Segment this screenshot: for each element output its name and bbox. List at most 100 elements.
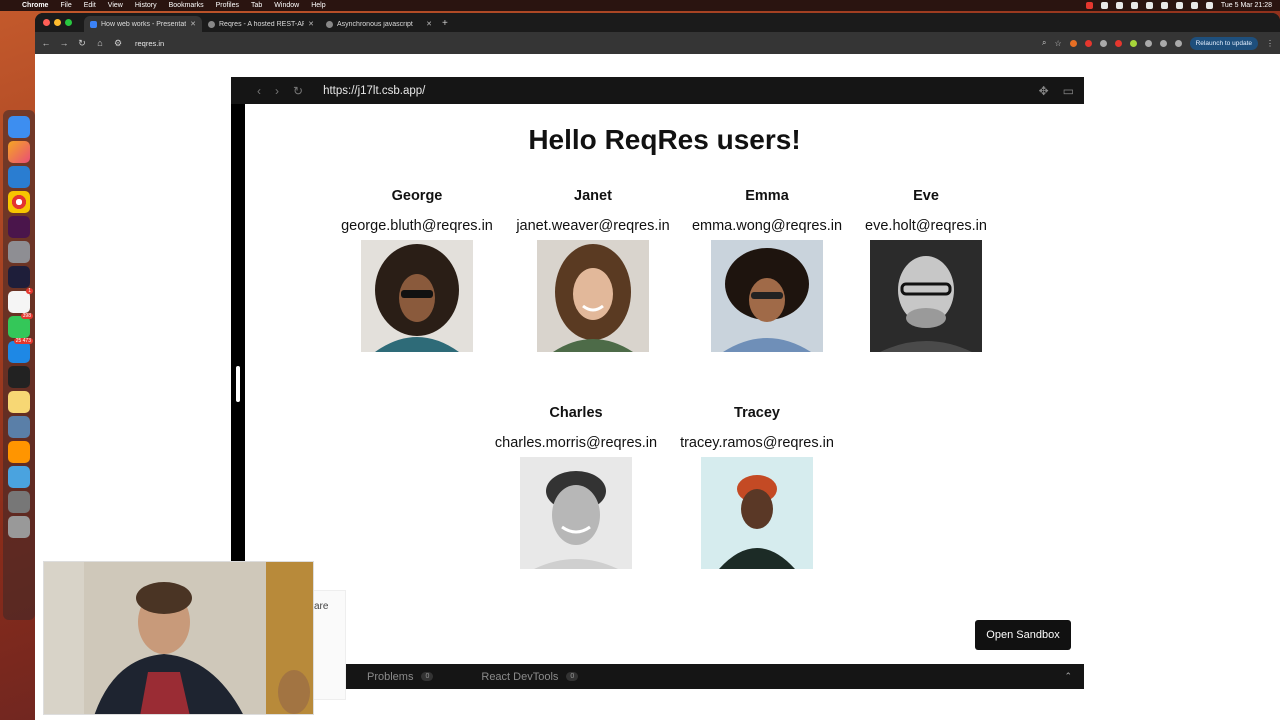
- terminal-icon[interactable]: [8, 366, 30, 388]
- dock: 1 398 25 473: [3, 110, 35, 620]
- menu-help[interactable]: Help: [311, 2, 325, 9]
- user-card: Tracey tracey.ramos@reqres.in: [667, 405, 847, 569]
- back-icon[interactable]: ←: [41, 38, 51, 48]
- extension-icon[interactable]: [1129, 39, 1137, 47]
- sublime-icon[interactable]: [8, 441, 30, 463]
- close-window-icon[interactable]: [43, 19, 50, 26]
- extension-icon[interactable]: [1084, 39, 1092, 47]
- chrome-icon[interactable]: [8, 191, 30, 213]
- calendar-badge: 1: [26, 288, 33, 294]
- extension-icon[interactable]: [1114, 39, 1122, 47]
- sandbox-new-window-icon[interactable]: ▭: [1063, 84, 1074, 98]
- status-item-icon[interactable]: [1100, 2, 1108, 9]
- avatar-portrait: [537, 240, 649, 352]
- devtools-count-badge: 0: [566, 672, 579, 681]
- close-tab-icon[interactable]: ✕: [426, 20, 432, 28]
- calendar-icon[interactable]: 1: [8, 288, 33, 313]
- bluetooth-icon[interactable]: [1160, 2, 1168, 9]
- problems-count-badge: 0: [421, 672, 434, 681]
- extensions-puzzle-icon[interactable]: [1144, 39, 1152, 47]
- home-icon[interactable]: ⌂: [95, 38, 105, 48]
- menu-profiles[interactable]: Profiles: [216, 2, 239, 9]
- avatar-portrait: [870, 240, 982, 352]
- profile-avatar-icon[interactable]: [1174, 39, 1182, 47]
- extension-icon[interactable]: [1099, 39, 1107, 47]
- tab-async-js[interactable]: Asynchronous javascript ✕: [320, 16, 438, 32]
- avatar-portrait: [361, 240, 473, 352]
- menu-edit[interactable]: Edit: [84, 2, 96, 9]
- menu-tab[interactable]: Tab: [251, 2, 262, 9]
- minimize-window-icon[interactable]: [54, 19, 61, 26]
- menu-view[interactable]: View: [108, 2, 123, 9]
- app-icon[interactable]: [8, 491, 30, 513]
- zoom-window-icon[interactable]: [65, 19, 72, 26]
- status-item-icon[interactable]: [1145, 2, 1153, 9]
- relaunch-button[interactable]: Relaunch to update: [1189, 36, 1258, 50]
- browser-toolbar: ← → ↻ ⌂ ⚙ reqres.in ⌕ ☆ Relaunch to upda…: [35, 32, 1280, 54]
- app-icon[interactable]: [8, 266, 30, 288]
- menu-history[interactable]: History: [135, 2, 157, 9]
- devtools-bar: Problems 0 React DevTools 0 ⌃: [345, 664, 1084, 689]
- avatar-portrait: [711, 240, 823, 352]
- sandbox-back-icon[interactable]: ‹: [257, 84, 261, 98]
- control-center-icon[interactable]: [1205, 2, 1213, 9]
- tab-favicon: [208, 20, 215, 28]
- webcam-overlay: [43, 561, 314, 715]
- address-bar[interactable]: reqres.in: [135, 39, 164, 48]
- user-avatar: [701, 457, 813, 569]
- zoom-icon[interactable]: ⌕: [1042, 38, 1046, 48]
- status-item-icon[interactable]: [1130, 2, 1138, 9]
- close-tab-icon[interactable]: ✕: [308, 20, 314, 28]
- macos-menubar: Chrome File Edit View History Bookmarks …: [0, 0, 1280, 11]
- user-first-name: Tracey: [734, 405, 780, 421]
- search-icon[interactable]: [1190, 2, 1198, 9]
- record-icon[interactable]: [1085, 2, 1093, 9]
- new-tab-icon[interactable]: +: [442, 16, 448, 32]
- menu-file[interactable]: File: [60, 2, 71, 9]
- finder-icon[interactable]: [8, 116, 30, 138]
- status-item-icon[interactable]: [1115, 2, 1123, 9]
- sandbox-toolbar: ‹ › ↻ https://j17lt.csb.app/ ✥ ▭: [231, 77, 1084, 104]
- tab-problems[interactable]: Problems: [367, 671, 413, 683]
- wifi-icon[interactable]: [1175, 2, 1183, 9]
- user-card: Emma emma.wong@reqres.in: [677, 188, 857, 352]
- notes-icon[interactable]: [8, 391, 30, 413]
- avatar-portrait: [701, 457, 813, 569]
- reload-icon[interactable]: ↻: [77, 38, 87, 49]
- sandbox-preview-icon[interactable]: ✥: [1039, 84, 1049, 98]
- menu-bookmarks[interactable]: Bookmarks: [169, 2, 204, 9]
- resize-handle[interactable]: [236, 366, 240, 402]
- chevron-up-icon[interactable]: ⌃: [1064, 671, 1072, 682]
- messages-icon[interactable]: 398: [8, 313, 33, 338]
- menubar-clock[interactable]: Tue 5 Mar 21:28: [1221, 2, 1272, 9]
- app-icon[interactable]: [8, 466, 30, 488]
- close-tab-icon[interactable]: ✕: [190, 20, 196, 28]
- sandbox-preview: Hello ReqRes users! George george.bluth@…: [245, 104, 1084, 664]
- system-settings-icon[interactable]: [8, 241, 30, 263]
- bookmark-star-icon[interactable]: ☆: [1054, 39, 1061, 48]
- user-email: george.bluth@reqres.in: [341, 218, 493, 234]
- menu-app-name[interactable]: Chrome: [22, 2, 48, 9]
- tab-react-devtools[interactable]: React DevTools: [481, 671, 558, 683]
- sandbox-url[interactable]: https://j17lt.csb.app/: [323, 85, 425, 97]
- open-sandbox-button[interactable]: Open Sandbox: [975, 620, 1071, 650]
- page-title: Hello ReqRes users!: [528, 124, 801, 155]
- more-menu-icon[interactable]: ⋮: [1266, 39, 1274, 48]
- trash-icon[interactable]: [8, 516, 30, 538]
- tab-favicon: [326, 20, 333, 28]
- sandbox-refresh-icon[interactable]: ↻: [293, 84, 303, 98]
- menu-window[interactable]: Window: [274, 2, 299, 9]
- launchpad-icon[interactable]: [8, 141, 30, 163]
- user-avatar: [711, 240, 823, 352]
- site-info-icon[interactable]: ⚙: [113, 38, 123, 49]
- vscode-icon[interactable]: [8, 166, 30, 188]
- tab-presentation[interactable]: How web works - Presentation ✕: [84, 16, 202, 32]
- tab-reqres[interactable]: Reqres - A hosted REST-API ✕: [202, 16, 320, 32]
- slack-icon[interactable]: [8, 216, 30, 238]
- side-panel-icon[interactable]: [1159, 39, 1167, 47]
- forward-icon[interactable]: →: [59, 38, 69, 48]
- sandbox-forward-icon[interactable]: ›: [275, 84, 279, 98]
- mail-icon[interactable]: 25 473: [8, 338, 33, 363]
- extension-icon[interactable]: [1069, 39, 1077, 47]
- app-icon[interactable]: [8, 416, 30, 438]
